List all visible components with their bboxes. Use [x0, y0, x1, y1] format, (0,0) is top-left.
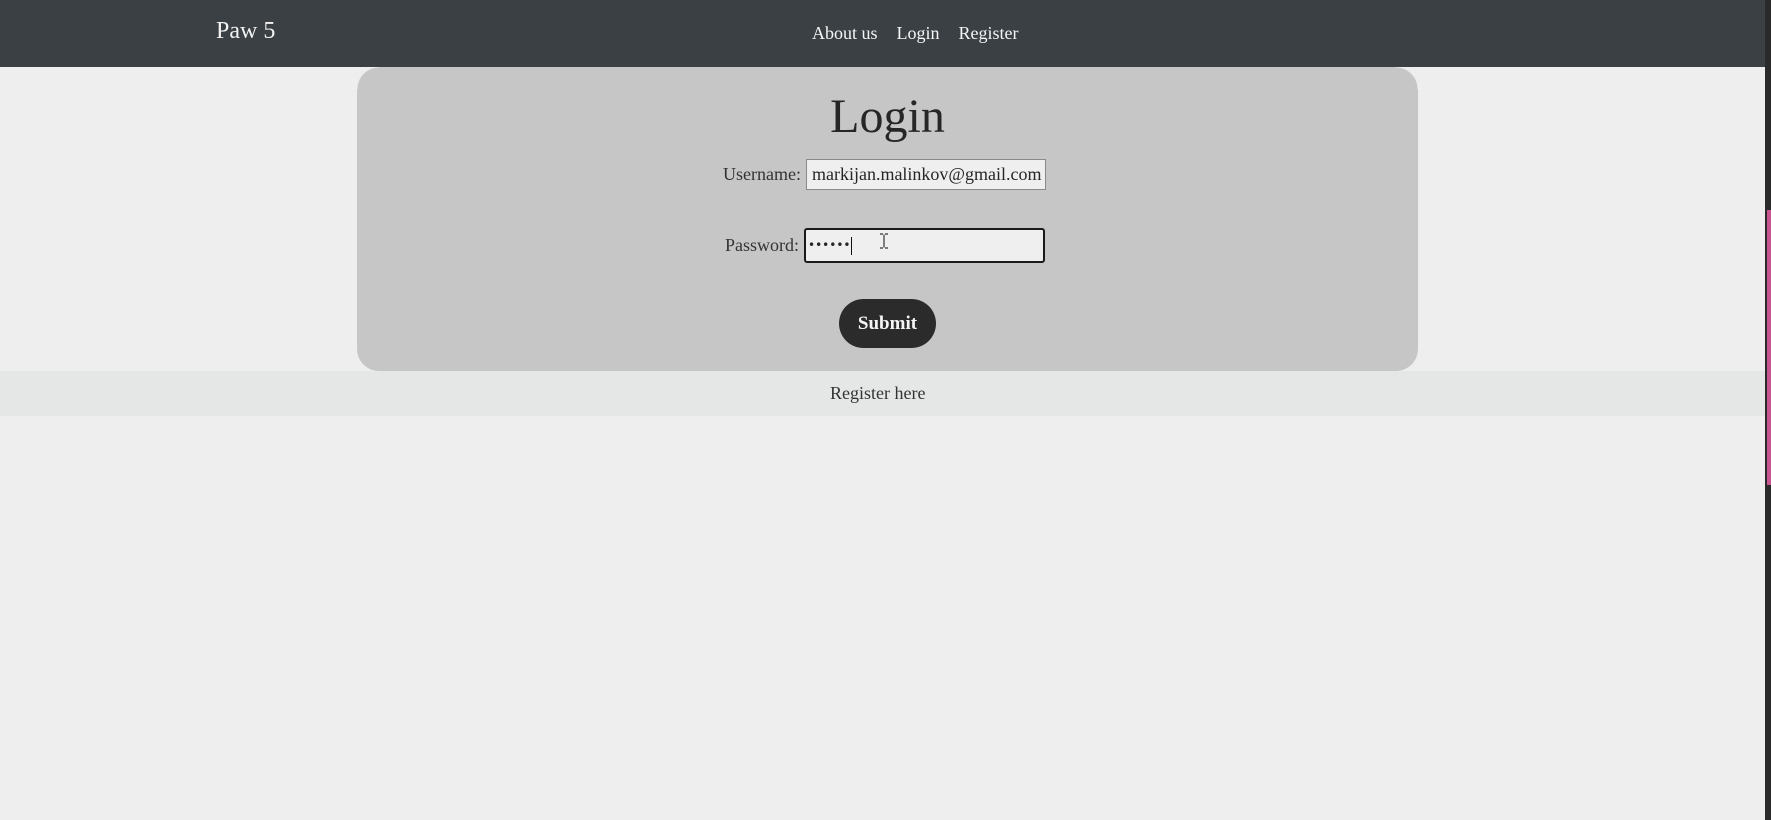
nav-link-register[interactable]: Register	[959, 23, 1019, 44]
register-bar: Register here	[0, 371, 1765, 416]
username-input[interactable]: markijan.malinkov@gmail.com	[805, 159, 1046, 190]
password-input[interactable]: ••••••	[804, 228, 1046, 263]
nav-links: About us Login Register	[812, 23, 1019, 44]
register-here-link[interactable]: Register here	[830, 383, 925, 404]
page: Paw 5 About us Login Register Login User…	[0, 0, 1765, 820]
password-row: Password: ••••••	[725, 228, 1046, 263]
window-edge-accent	[1767, 210, 1771, 485]
page-title: Login	[830, 90, 945, 143]
brand-logo[interactable]: Paw 5	[216, 18, 275, 45]
navbar: Paw 5 About us Login Register	[0, 0, 1765, 67]
submit-button[interactable]: Submit	[839, 299, 936, 348]
username-label: Username:	[723, 164, 801, 184]
text-caret	[851, 236, 853, 255]
nav-link-login[interactable]: Login	[897, 23, 940, 44]
username-row: Username: markijan.malinkov@gmail.com	[723, 159, 1046, 190]
login-panel: Login Username: markijan.malinkov@gmail.…	[357, 67, 1418, 371]
text-cursor-icon	[880, 233, 889, 249]
nav-link-about-us[interactable]: About us	[812, 23, 878, 44]
password-label: Password:	[725, 235, 800, 255]
password-mask: ••••••	[808, 238, 851, 252]
